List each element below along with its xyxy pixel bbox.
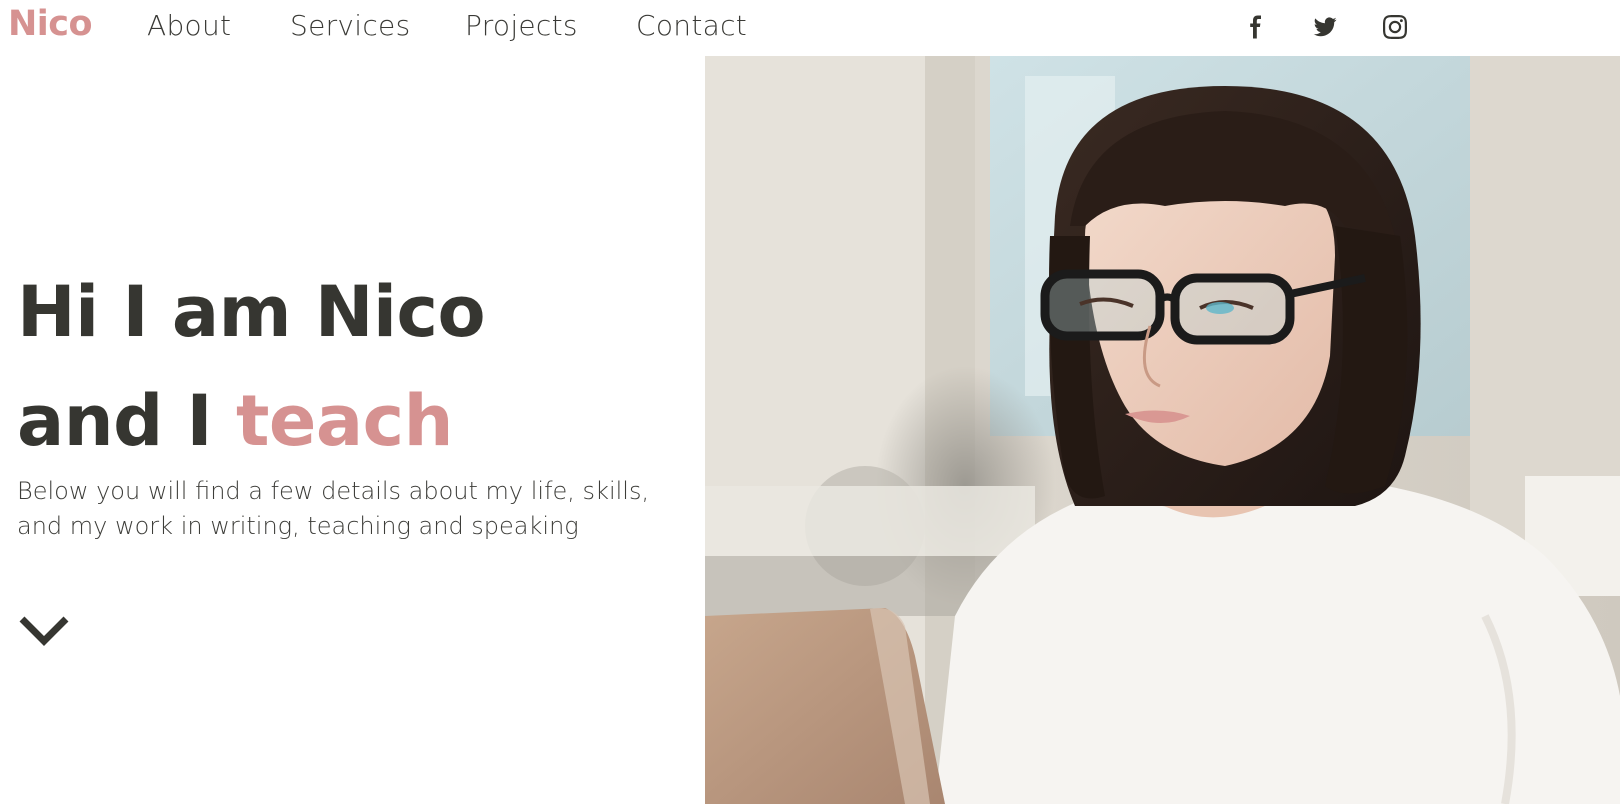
hero-subtitle: Below you will find a few details about … bbox=[17, 474, 657, 544]
hero-heading-prefix: and I bbox=[17, 380, 236, 462]
top-navigation: Nico About Services Projects Contact bbox=[0, 0, 1620, 56]
hero-subtitle-line-1: Below you will find a few details about … bbox=[17, 477, 650, 505]
brand-logo[interactable]: Nico bbox=[8, 4, 93, 44]
nav-link-services[interactable]: Services bbox=[290, 9, 410, 42]
hero-subtitle-line-2: and my work in writing, teaching and spe… bbox=[17, 512, 579, 540]
instagram-icon[interactable] bbox=[1380, 12, 1410, 42]
nav-background bbox=[0, 0, 1620, 56]
hero-heading-accent: teach bbox=[235, 380, 454, 462]
nav-link-projects[interactable]: Projects bbox=[465, 9, 578, 42]
hero-heading-line-2: and I teach bbox=[17, 386, 453, 456]
facebook-icon[interactable] bbox=[1241, 12, 1271, 42]
hero-heading-line-1: Hi I am Nico bbox=[17, 271, 486, 353]
nav-link-contact[interactable]: Contact bbox=[636, 9, 747, 42]
twitter-icon[interactable] bbox=[1310, 12, 1340, 42]
nav-link-about[interactable]: About bbox=[147, 9, 231, 42]
scroll-down-chevron-icon[interactable] bbox=[17, 612, 71, 650]
hero-photo bbox=[705, 56, 1620, 804]
